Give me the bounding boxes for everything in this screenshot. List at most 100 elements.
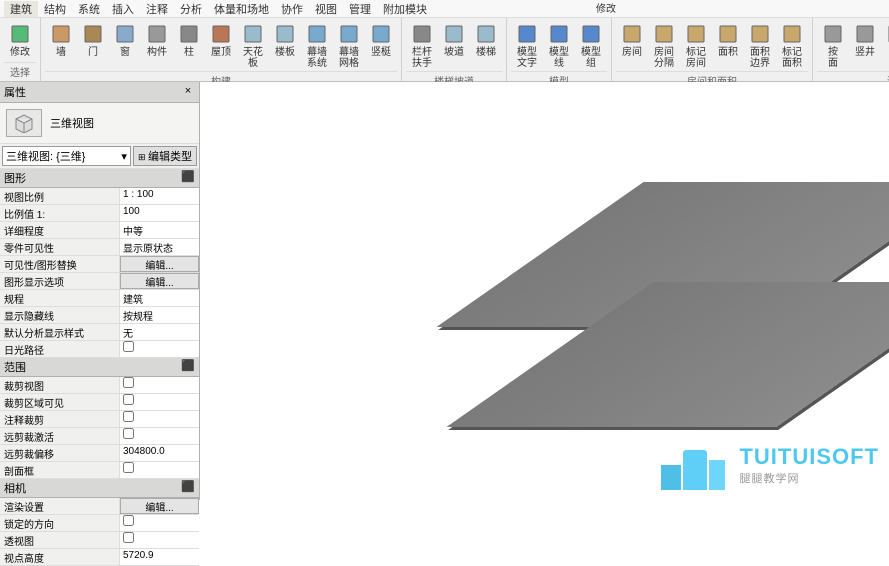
- tool-label: 构件: [147, 47, 167, 58]
- ribbon-tool-ow[interactable]: 墙: [881, 20, 889, 71]
- mullion-icon: [369, 22, 393, 46]
- ribbon-tool-line[interactable]: 模型线: [543, 20, 575, 71]
- menu-item[interactable]: 视图: [309, 1, 343, 17]
- close-icon[interactable]: ×: [181, 85, 195, 99]
- ramp-icon: [442, 22, 466, 46]
- property-checkbox[interactable]: [120, 462, 199, 478]
- menu-item[interactable]: 结构: [38, 1, 72, 17]
- tab-modify[interactable]: 修改: [590, 0, 622, 15]
- ribbon-tool-bf[interactable]: 按面: [817, 20, 849, 71]
- property-section-header[interactable]: 图形⬛: [0, 169, 199, 188]
- property-edit-button[interactable]: 编辑...: [120, 273, 199, 289]
- property-value[interactable]: 5720.9: [120, 549, 199, 565]
- property-edit-button[interactable]: 编辑...: [120, 256, 199, 272]
- menu-item[interactable]: 建筑: [4, 1, 38, 17]
- ribbon-tool-ceiling[interactable]: 天花板: [237, 20, 269, 71]
- ribbon-tool-column[interactable]: 柱: [173, 20, 205, 71]
- property-value[interactable]: 304800.0: [120, 445, 199, 461]
- property-value[interactable]: 建筑: [120, 290, 199, 306]
- ribbon-tool-ramp[interactable]: 坡道: [438, 20, 470, 71]
- sep-icon: [652, 22, 676, 46]
- ribbon-tool-arrow[interactable]: 修改: [4, 20, 36, 62]
- ribbon-tool-text[interactable]: 模型文字: [511, 20, 543, 71]
- property-label: 裁剪区域可见: [0, 394, 120, 410]
- menu-item[interactable]: 管理: [343, 1, 377, 17]
- tool-label: 墙: [56, 47, 66, 58]
- property-checkbox[interactable]: [120, 341, 199, 357]
- curtain-icon: [305, 22, 329, 46]
- area-icon: [716, 22, 740, 46]
- property-row: 裁剪视图: [0, 377, 199, 394]
- ribbon-tool-ta[interactable]: 标记面积: [776, 20, 808, 71]
- ribbon-tool-window[interactable]: 窗: [109, 20, 141, 71]
- watermark-brand: TUITUISOFT: [739, 444, 879, 470]
- roof-icon: [209, 22, 233, 46]
- menu-item[interactable]: 插入: [106, 1, 140, 17]
- ribbon-tool-room[interactable]: 房间: [616, 20, 648, 71]
- property-value[interactable]: 无: [120, 324, 199, 340]
- column-icon: [177, 22, 201, 46]
- ribbon-tool-floor[interactable]: 楼板: [269, 20, 301, 71]
- tool-label: 模型线: [549, 47, 569, 69]
- property-label: 视图比例: [0, 188, 120, 204]
- type-combo[interactable]: 三维视图: {三维}▾: [2, 146, 131, 166]
- window-icon: [113, 22, 137, 46]
- property-section-header[interactable]: 范围⬛: [0, 358, 199, 377]
- ow-icon: [885, 22, 889, 46]
- cube-icon: [6, 109, 42, 137]
- ribbon-tool-tag[interactable]: 标记房间: [680, 20, 712, 71]
- ribbon-tool-rail[interactable]: 栏杆扶手: [406, 20, 438, 71]
- property-label: 锁定的方向: [0, 515, 120, 531]
- menu-item[interactable]: 协作: [275, 1, 309, 17]
- viewport-3d[interactable]: ⬉ TUITUISOFT 腿腿教学网: [200, 82, 889, 500]
- menu-item[interactable]: 注释: [140, 1, 174, 17]
- property-checkbox[interactable]: [120, 394, 199, 410]
- property-value[interactable]: 中等: [120, 222, 199, 238]
- property-edit-button[interactable]: 编辑...: [120, 498, 199, 514]
- ribbon-tool-wall[interactable]: 墙: [45, 20, 77, 71]
- grid-icon: [337, 22, 361, 46]
- ribbon-tool-shaft[interactable]: 竖井: [849, 20, 881, 71]
- property-label: 可见性/图形替换: [0, 256, 120, 272]
- property-value[interactable]: 100: [120, 205, 199, 221]
- rail-icon: [410, 22, 434, 46]
- door-icon: [81, 22, 105, 46]
- ribbon-tool-door[interactable]: 门: [77, 20, 109, 71]
- property-checkbox[interactable]: [120, 428, 199, 444]
- menu-item[interactable]: 分析: [174, 1, 208, 17]
- ribbon-tool-grid[interactable]: 幕墙网格: [333, 20, 365, 71]
- ribbon-tool-ab[interactable]: 面积边界: [744, 20, 776, 71]
- ribbon-tool-area[interactable]: 面积: [712, 20, 744, 71]
- tool-label: 柱: [184, 47, 194, 58]
- tool-label: 天花板: [241, 47, 265, 69]
- ribbon-tool-roof[interactable]: 屋顶: [205, 20, 237, 71]
- tool-label: 按面: [828, 47, 838, 69]
- property-row: 裁剪区域可见: [0, 394, 199, 411]
- menu-item[interactable]: 系统: [72, 1, 106, 17]
- menu-item[interactable]: 附加模块: [377, 1, 433, 17]
- property-value[interactable]: 按规程: [120, 307, 199, 323]
- watermark: TUITUISOFT 腿腿教学网: [661, 440, 879, 490]
- ribbon-tool-group[interactable]: 模型组: [575, 20, 607, 71]
- ribbon-tool-stair[interactable]: 楼梯: [470, 20, 502, 71]
- tool-label: 楼板: [275, 47, 295, 58]
- property-value[interactable]: 1 : 100: [120, 188, 199, 204]
- property-checkbox[interactable]: [120, 515, 199, 531]
- ribbon-tool-sep[interactable]: 房间分隔: [648, 20, 680, 71]
- tool-label: 栏杆扶手: [410, 47, 434, 69]
- ribbon-tool-curtain[interactable]: 幕墙系统: [301, 20, 333, 71]
- stair-icon: [474, 22, 498, 46]
- property-value[interactable]: 显示原状态: [120, 239, 199, 255]
- property-label: 默认分析显示样式: [0, 324, 120, 340]
- menu-item[interactable]: 体量和场地: [208, 1, 275, 17]
- ribbon-tool-comp[interactable]: 构件: [141, 20, 173, 71]
- property-checkbox[interactable]: [120, 411, 199, 427]
- text-icon: [515, 22, 539, 46]
- property-label: 裁剪视图: [0, 377, 120, 393]
- edit-type-button[interactable]: ⊞ 编辑类型: [133, 146, 197, 166]
- property-section-header[interactable]: 相机⬛: [0, 479, 199, 498]
- ribbon-tool-mullion[interactable]: 竖梃: [365, 20, 397, 71]
- type-selector[interactable]: 三维视图: [0, 103, 199, 144]
- property-checkbox[interactable]: [120, 377, 199, 393]
- property-checkbox[interactable]: [120, 532, 199, 548]
